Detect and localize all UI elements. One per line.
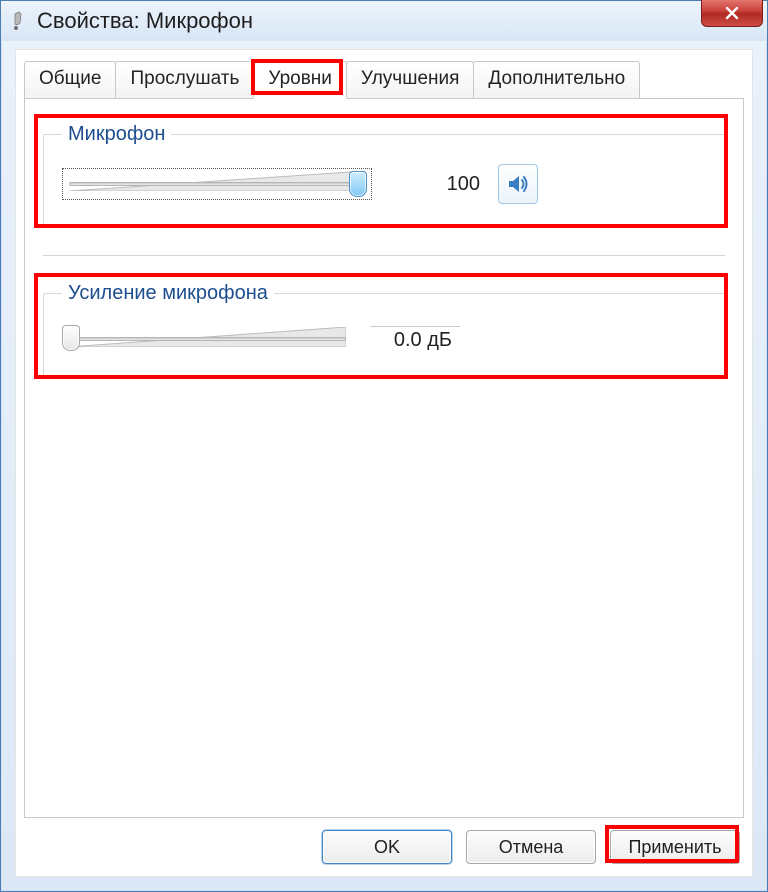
tab-advanced[interactable]: Дополнительно [473,61,640,99]
tab-levels[interactable]: Уровни [253,61,347,99]
mute-button[interactable] [498,164,538,204]
slider-track [68,337,346,341]
speaker-icon [506,172,530,196]
boost-value: 0.0 дБ [370,326,460,352]
window-title: Свойства: Микрофон [37,8,253,34]
boost-slider-thumb[interactable] [62,325,80,351]
slider-wedge-icon [69,171,365,191]
client-area: Общие Прослушать Уровни Улучшения Дополн… [15,49,753,877]
ok-button[interactable]: OK [322,830,452,864]
boost-legend: Усиление микрофона [62,282,274,305]
apply-button[interactable]: Применить [610,830,740,864]
microphone-legend: Микрофон [62,123,171,146]
dialog-buttons: OK Отмена Применить [28,830,740,864]
tab-enhancements[interactable]: Улучшения [346,61,475,99]
titlebar: Свойства: Микрофон [1,1,767,41]
microphone-row: 100 [62,164,706,204]
microphone-level-group: Микрофон 100 [43,123,725,225]
boost-row: 0.0 дБ [62,323,706,355]
tab-listen[interactable]: Прослушать [115,61,254,99]
close-button[interactable] [701,0,763,27]
boost-slider[interactable] [62,323,352,355]
microphone-slider[interactable] [62,168,372,200]
microphone-icon [9,11,29,31]
cancel-button[interactable]: Отмена [466,830,596,864]
tab-page-levels: Микрофон 100 [24,98,744,818]
properties-window: Свойства: Микрофон Общие Прослушать Уров… [0,0,768,892]
tab-strip: Общие Прослушать Уровни Улучшения Дополн… [16,50,752,98]
slider-track [69,182,365,186]
microphone-value: 100 [390,173,480,196]
separator [43,255,725,256]
microphone-boost-group: Усиление микрофона 0.0 дБ [43,282,725,376]
microphone-slider-thumb[interactable] [349,171,367,197]
tab-general[interactable]: Общие [24,61,116,99]
